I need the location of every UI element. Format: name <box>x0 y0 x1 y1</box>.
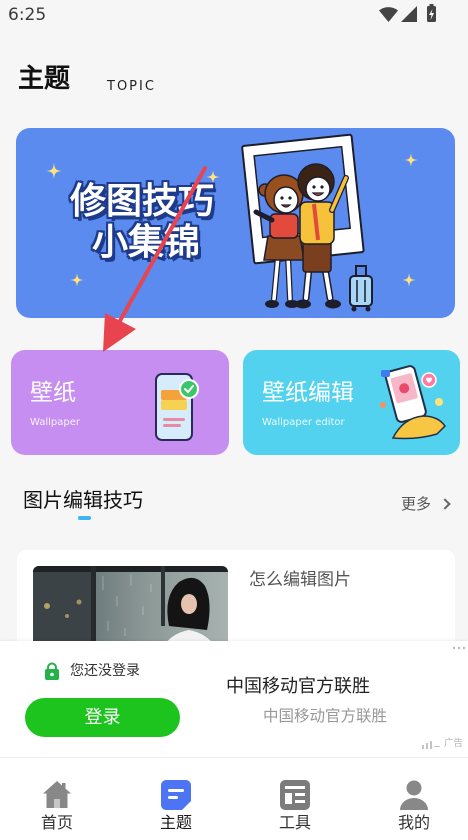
battery-charging-icon <box>427 4 436 22</box>
more-options-icon[interactable] <box>452 646 466 650</box>
ad-title[interactable]: 中国移动官方联胜 <box>226 676 370 698</box>
page-subtitle: TOPIC <box>107 79 156 94</box>
wallpaper-card-title: 壁纸 <box>30 380 76 406</box>
chevron-right-icon[interactable] <box>439 498 451 510</box>
nav-item-topic[interactable]: 主题 <box>126 758 226 840</box>
profile-icon <box>400 780 428 810</box>
ad-subtitle: 中国移动官方联胜 <box>263 707 388 725</box>
nav-item-home[interactable]: 首页 <box>7 758 107 840</box>
section-title: 图片编辑技巧 <box>23 488 143 512</box>
page-title: 主题 <box>18 64 71 94</box>
featured-banner[interactable]: 修图技巧 小集锦 <box>16 128 455 318</box>
signal-icon <box>401 6 417 22</box>
nav-item-profile[interactable]: 我的 <box>364 758 464 840</box>
ad-banner[interactable]: 您还没登录 登录 中国移动官方联胜 中国移动官方联胜 广告 <box>0 641 468 757</box>
wallpaper-editor-card[interactable]: 壁纸编辑 Wallpaper editor <box>243 350 460 455</box>
status-bar: 6:25 <box>0 0 468 30</box>
wallpaper-editor-card-title: 壁纸编辑 <box>262 380 354 406</box>
topic-icon <box>161 780 191 810</box>
ad-signal-icon <box>422 741 440 749</box>
login-button[interactable]: 登录 <box>25 698 180 737</box>
wallpaper-editor-card-subtitle: Wallpaper editor <box>262 417 345 428</box>
wifi-icon <box>379 7 398 22</box>
nav-label-profile: 我的 <box>397 813 430 832</box>
nav-item-tools[interactable]: 工具 <box>245 758 345 840</box>
ad-label: 广告 <box>444 738 464 749</box>
status-time: 6:25 <box>8 5 47 25</box>
banner-title-line1: 修图技巧 <box>70 181 215 222</box>
section-title-underline <box>78 516 91 520</box>
banner-title-line2: 小集锦 <box>92 222 201 263</box>
wallpaper-card-subtitle: Wallpaper <box>30 417 81 428</box>
wallpaper-card[interactable]: 壁纸 Wallpaper <box>11 350 229 455</box>
nav-label-topic: 主题 <box>159 813 192 832</box>
nav-label-tools: 工具 <box>278 813 311 832</box>
suitcase <box>349 265 373 312</box>
more-link[interactable]: 更多 <box>401 494 431 514</box>
login-prompt: 您还没登录 <box>70 663 140 679</box>
tools-icon <box>280 780 310 810</box>
bottom-nav: 首页 主题 工具 我的 <box>0 757 468 840</box>
home-icon <box>43 781 71 808</box>
nav-label-home: 首页 <box>40 813 73 832</box>
article-title[interactable]: 怎么编辑图片 <box>249 569 351 591</box>
lock-icon <box>45 662 59 680</box>
